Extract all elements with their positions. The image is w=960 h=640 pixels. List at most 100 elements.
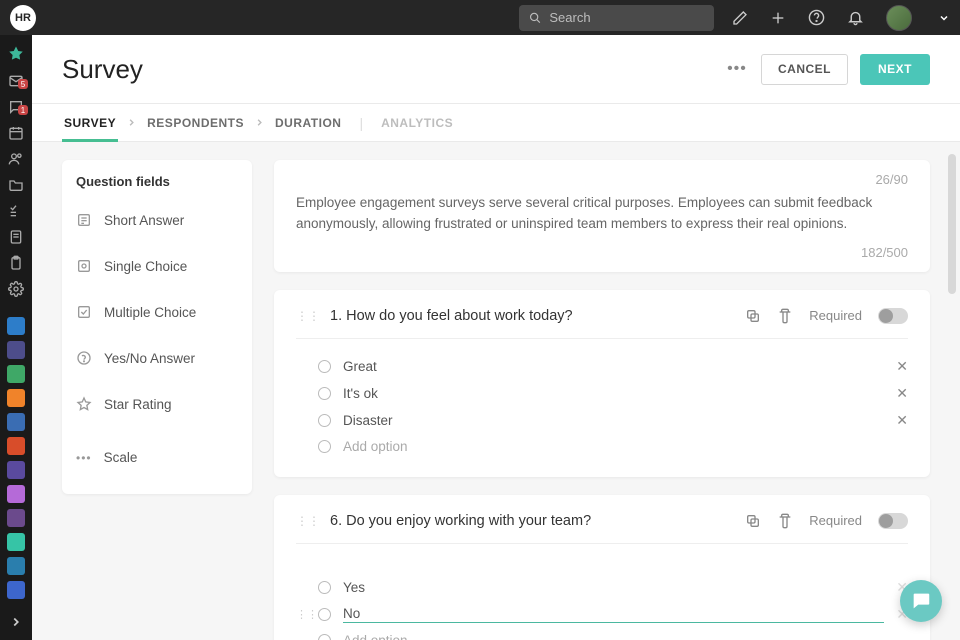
scale-icon: ••• — [76, 451, 92, 465]
top-bar: HR — [0, 0, 960, 35]
field-multiple-choice[interactable]: Multiple Choice — [62, 289, 252, 335]
intro-card: 26/90 Employee engagement surveys serve … — [274, 160, 930, 272]
required-toggle[interactable] — [878, 308, 908, 324]
cancel-button[interactable]: CANCEL — [761, 54, 848, 85]
chevron-right-icon — [254, 117, 265, 128]
people-icon[interactable] — [6, 151, 26, 167]
chat-fab[interactable] — [900, 580, 942, 622]
option-label[interactable]: Yes — [343, 580, 884, 595]
rail-app-tile[interactable] — [7, 461, 25, 479]
content-area: Question fields Short Answer Single Choi… — [32, 142, 960, 640]
rail-app-tile[interactable] — [7, 437, 25, 455]
edit-icon[interactable] — [732, 10, 748, 26]
tab-respondents[interactable]: RESPONDENTS — [145, 104, 246, 141]
chat-bubble-icon — [910, 590, 932, 612]
page-header: Survey ••• CANCEL NEXT — [32, 35, 960, 103]
option-row: It's ok ✕ — [296, 380, 908, 407]
rail-app-tile[interactable] — [7, 317, 25, 335]
option-label[interactable]: Disaster — [343, 413, 884, 428]
question-fields-title: Question fields — [62, 174, 252, 197]
option-label[interactable]: Great — [343, 359, 884, 374]
search-input[interactable] — [549, 10, 704, 25]
field-label: Short Answer — [104, 213, 184, 228]
add-option-label: Add option — [343, 633, 908, 640]
tab-separator: | — [359, 115, 363, 131]
delete-icon[interactable] — [777, 513, 793, 529]
expand-rail-icon[interactable] — [9, 615, 23, 632]
required-label: Required — [809, 513, 862, 528]
wizard-tabs: SURVEY RESPONDENTS DURATION | ANALYTICS — [32, 104, 960, 142]
radio-icon — [318, 581, 331, 594]
rail-app-tile[interactable] — [7, 341, 25, 359]
inbox-icon[interactable]: 5 — [6, 73, 26, 89]
add-option-row[interactable]: Add option — [296, 434, 908, 459]
chat-icon[interactable]: 1 — [6, 99, 26, 115]
option-label[interactable]: It's ok — [343, 386, 884, 401]
drag-handle-icon[interactable]: ⋮⋮ — [296, 309, 320, 323]
settings-icon[interactable] — [6, 281, 26, 297]
remove-option-icon[interactable]: ✕ — [896, 358, 908, 375]
required-label: Required — [809, 308, 862, 323]
remove-option-icon[interactable]: ✕ — [896, 412, 908, 429]
tab-duration[interactable]: DURATION — [273, 104, 343, 141]
scrollbar-thumb[interactable] — [948, 154, 956, 294]
global-search[interactable] — [519, 5, 714, 31]
search-icon — [529, 11, 541, 25]
folder-icon[interactable] — [6, 177, 26, 193]
calendar-icon[interactable] — [6, 125, 26, 141]
question-title[interactable]: 6. Do you enjoy working with your team? — [330, 513, 735, 529]
add-option-label: Add option — [343, 439, 908, 454]
radio-icon — [318, 414, 331, 427]
rail-app-tile[interactable] — [7, 509, 25, 527]
question-title[interactable]: 1. How do you feel about work today? — [330, 308, 735, 324]
question-card: ⋮⋮ 1. How do you feel about work today? … — [274, 290, 930, 477]
clipboard-icon[interactable] — [6, 255, 26, 271]
delete-icon[interactable] — [777, 308, 793, 324]
add-option-row[interactable]: Add option — [296, 628, 908, 640]
bell-icon[interactable] — [847, 9, 864, 26]
chevron-right-icon — [126, 117, 137, 128]
tab-survey[interactable]: SURVEY — [62, 104, 118, 141]
scrollbar[interactable] — [948, 154, 956, 534]
rail-app-tile[interactable] — [7, 389, 25, 407]
document-icon[interactable] — [6, 229, 26, 245]
remove-option-icon[interactable]: ✕ — [896, 385, 908, 402]
radio-icon — [318, 634, 331, 640]
single-choice-icon — [76, 258, 92, 274]
field-single-choice[interactable]: Single Choice — [62, 243, 252, 289]
required-toggle[interactable] — [878, 513, 908, 529]
survey-description[interactable]: Employee engagement surveys serve severa… — [296, 191, 908, 245]
field-yes-no[interactable]: Yes/No Answer — [62, 335, 252, 381]
yes-no-icon — [76, 350, 92, 366]
more-actions-icon[interactable]: ••• — [725, 60, 749, 78]
star-icon — [76, 396, 92, 412]
next-button[interactable]: NEXT — [860, 54, 930, 85]
question-card: ⋮⋮ 6. Do you enjoy working with your tea… — [274, 495, 930, 640]
rail-app-tile[interactable] — [7, 533, 25, 551]
app-logo-icon[interactable] — [6, 45, 26, 63]
field-scale[interactable]: ••• Scale — [62, 435, 252, 480]
option-input[interactable]: No — [343, 606, 884, 623]
radio-icon — [318, 387, 331, 400]
rail-app-tile[interactable] — [7, 413, 25, 431]
rail-app-tile[interactable] — [7, 581, 25, 599]
plus-icon[interactable] — [770, 10, 786, 26]
survey-builder: 26/90 Employee engagement surveys serve … — [274, 160, 930, 622]
multiple-choice-icon — [76, 304, 92, 320]
drag-handle-icon[interactable]: ⋮⋮ — [296, 514, 320, 528]
help-icon[interactable] — [808, 9, 825, 26]
chevron-down-icon[interactable] — [938, 12, 950, 24]
avatar[interactable] — [886, 5, 912, 31]
option-row: ⋮⋮ No ✕ — [296, 601, 908, 628]
field-star-rating[interactable]: Star Rating — [62, 381, 252, 427]
rail-app-tile[interactable] — [7, 485, 25, 503]
rail-app-tile[interactable] — [7, 557, 25, 575]
copy-icon[interactable] — [745, 308, 761, 324]
topbar-actions — [732, 5, 950, 31]
drag-handle-icon[interactable]: ⋮⋮ — [296, 608, 306, 621]
brand-badge[interactable]: HR — [10, 5, 36, 31]
tasks-icon[interactable] — [6, 203, 26, 219]
rail-app-tile[interactable] — [7, 365, 25, 383]
copy-icon[interactable] — [745, 513, 761, 529]
field-short-answer[interactable]: Short Answer — [62, 197, 252, 243]
